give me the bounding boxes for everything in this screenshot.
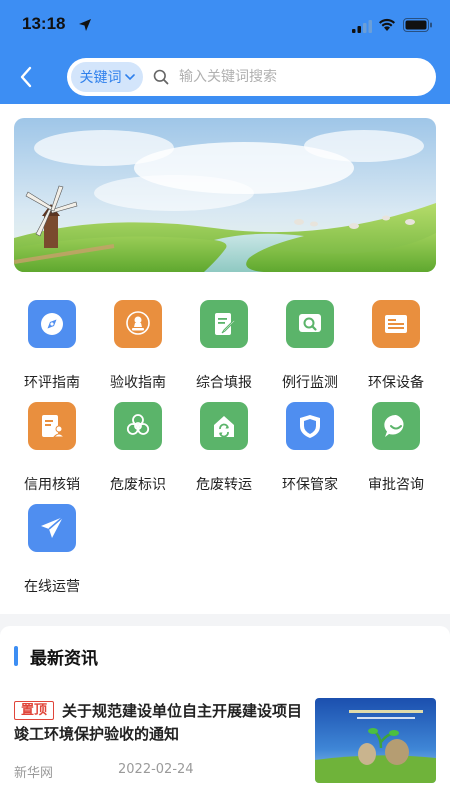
- grid-label: 验收指南: [110, 375, 166, 391]
- grid-label: 危废转运: [196, 477, 252, 493]
- shield-icon: [286, 402, 334, 450]
- search-box: 关键词: [67, 58, 436, 96]
- news-thumbnail: [315, 698, 436, 783]
- grid-item-approval-consult[interactable]: 审批咨询: [353, 402, 439, 498]
- grid-label: 环保管家: [282, 477, 338, 493]
- biohazard-icon: [114, 402, 162, 450]
- keyword-dropdown[interactable]: 关键词: [71, 62, 143, 92]
- back-button[interactable]: [12, 60, 40, 94]
- status-time: 13:18: [22, 14, 66, 33]
- grid-item-credit-writeoff[interactable]: 信用核销: [9, 402, 95, 498]
- news-headline-block: 置顶 关于规范建设单位自主开展建设项目竣工环境保护验收的通知: [14, 700, 304, 746]
- grid-label: 综合填报: [196, 375, 252, 391]
- grid-item-hazwaste-transfer[interactable]: 危废转运: [181, 402, 267, 498]
- compass-icon: [28, 300, 76, 348]
- stamp-icon: [114, 300, 162, 348]
- keyword-dropdown-label: 关键词: [79, 70, 122, 86]
- search-input[interactable]: [179, 64, 419, 90]
- location-arrow-icon: [78, 17, 92, 36]
- cellular-signal-icon: [352, 18, 372, 37]
- landscape-banner-illustration: [14, 118, 436, 272]
- grid-item-eco-equipment[interactable]: 环保设备: [353, 300, 439, 396]
- credit-doc-icon: [28, 402, 76, 450]
- main-content: 环评指南 验收指南 综合填报 例行监测 环保设备 信用核销 危废标识 危废转运 …: [0, 104, 450, 614]
- news-section-title: 最新资讯: [30, 649, 98, 669]
- grid-label: 危废标识: [110, 477, 166, 493]
- equipment-icon: [372, 300, 420, 348]
- grid-label: 环评指南: [24, 375, 80, 391]
- battery-icon: [403, 17, 433, 36]
- grid-item-online-operation[interactable]: 在线运营: [9, 504, 95, 600]
- paper-plane-icon: [28, 504, 76, 552]
- news-item[interactable]: 置顶 关于规范建设单位自主开展建设项目竣工环境保护验收的通知 新华网 2022-0…: [14, 698, 436, 788]
- chat-icon: [372, 402, 420, 450]
- search-icon: [153, 69, 169, 85]
- transfer-house-icon: [200, 402, 248, 450]
- chevron-down-icon: [124, 73, 135, 80]
- pinned-badge: 置顶: [14, 701, 55, 720]
- monitor-search-icon: [286, 300, 334, 348]
- grid-item-eia-guide[interactable]: 环评指南: [9, 300, 95, 396]
- wifi-icon: [378, 17, 396, 36]
- news-thumbnail-illustration: [315, 698, 436, 783]
- grid-item-comprehensive-report[interactable]: 综合填报: [181, 300, 267, 396]
- grid-label: 环保设备: [368, 375, 424, 391]
- grid-label: 在线运营: [24, 579, 80, 595]
- header: 关键词: [0, 50, 450, 104]
- news-date: 2022-02-24: [118, 762, 194, 777]
- news-source: 新华网: [14, 766, 54, 781]
- banner-image[interactable]: [14, 118, 436, 272]
- grid-label: 审批咨询: [368, 477, 424, 493]
- edit-form-icon: [200, 300, 248, 348]
- grid-label: 信用核销: [24, 477, 80, 493]
- status-bar: 13:18: [0, 0, 450, 50]
- news-headline: 关于规范建设单位自主开展建设项目竣工环境保护验收的通知: [14, 702, 303, 743]
- section-accent-bar: [14, 646, 18, 666]
- grid-label: 例行监测: [282, 375, 338, 391]
- news-section: 最新资讯 置顶 关于规范建设单位自主开展建设项目竣工环境保护验收的通知 新华网 2…: [0, 626, 450, 800]
- grid-item-routine-monitoring[interactable]: 例行监测: [267, 300, 353, 396]
- grid-item-hazwaste-label[interactable]: 危废标识: [95, 402, 181, 498]
- back-arrow-icon: [20, 66, 32, 88]
- grid-item-acceptance-guide[interactable]: 验收指南: [95, 300, 181, 396]
- grid-item-eco-steward[interactable]: 环保管家: [267, 402, 353, 498]
